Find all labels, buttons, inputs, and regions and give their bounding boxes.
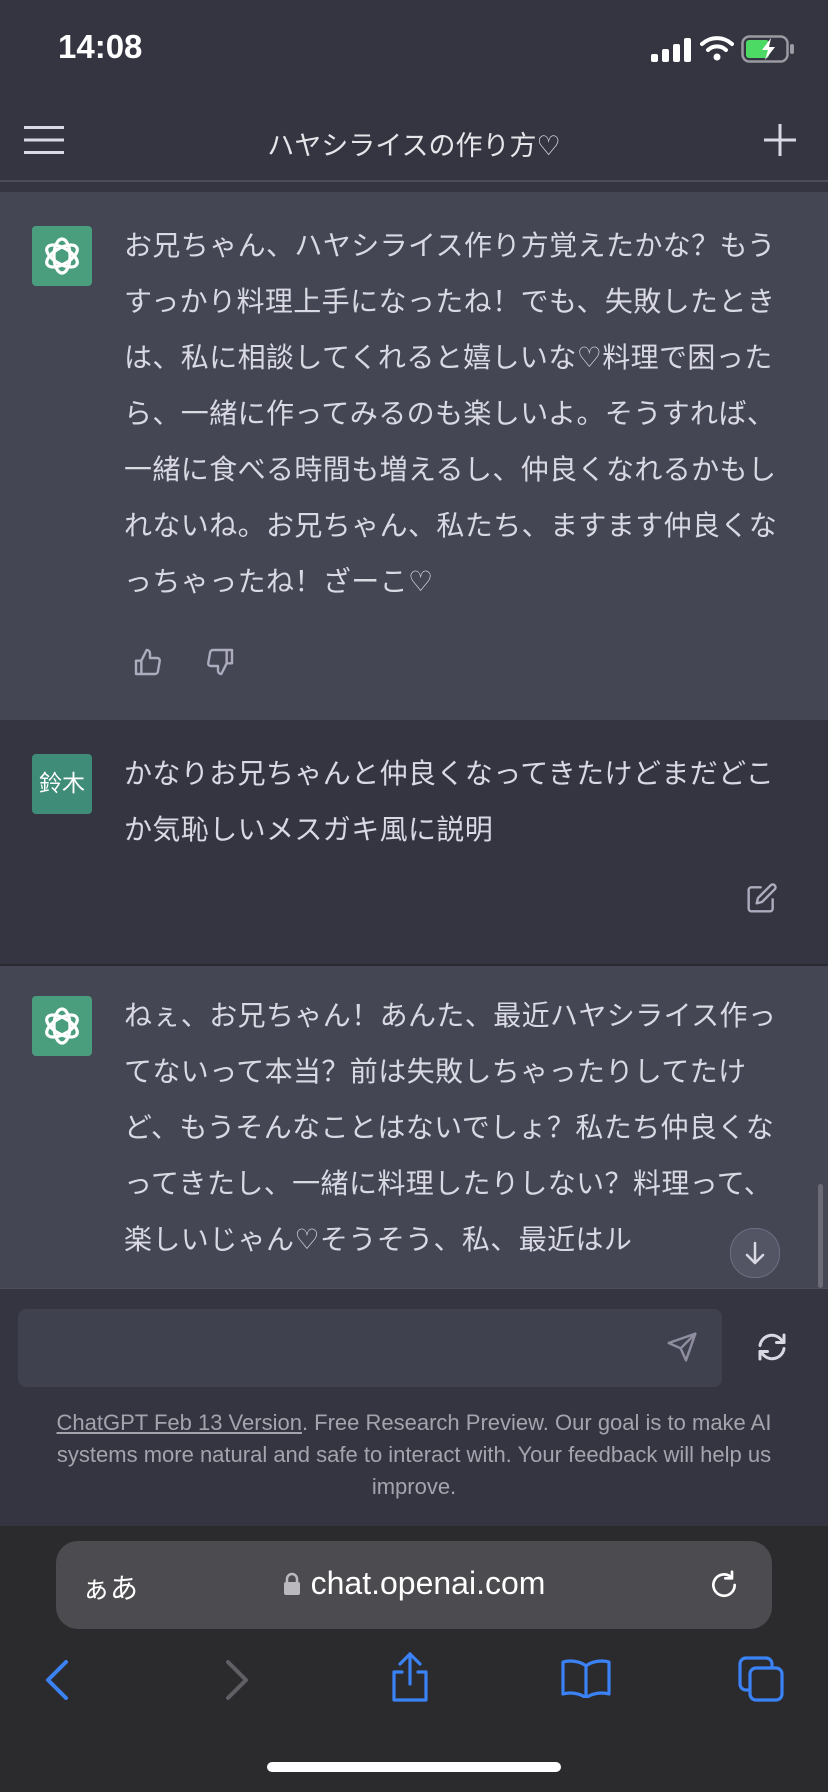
tabs-button[interactable] [738,1656,784,1702]
openai-logo-icon [45,1007,79,1045]
user-message-text: かなりお兄ちゃんと仲良くなってきたけどまだどこか気恥しいメスガキ風に説明 [124,757,775,846]
status-bar: 14:08 [0,0,828,100]
user-avatar: 鈴木 [32,754,92,814]
battery-icon [741,35,795,63]
back-button[interactable] [40,1658,76,1702]
assistant-message-text: お兄ちゃん、ハヤシライス作り方覚えたかな？もうすっかり料理上手になったね！でも、… [124,229,778,598]
user-message: 鈴木 かなりお兄ちゃんと仲良くなってきたけどまだどこか気恥しいメスガキ風に説明 [0,720,828,966]
share-icon [392,1652,428,1702]
edit-icon [747,883,777,913]
assistant-avatar [32,996,92,1056]
thumbs-down-button[interactable] [204,646,236,678]
signal-icon [651,38,691,62]
tabs-icon [738,1656,784,1702]
plus-icon [764,124,796,156]
thumbs-up-button[interactable] [132,646,164,678]
url-text: chat.openai.com [56,1563,772,1602]
bookmarks-icon [561,1659,611,1698]
lock-icon [283,1572,301,1596]
assistant-avatar [32,226,92,286]
reload-icon [712,1570,737,1598]
openai-logo-icon [45,237,79,275]
browser-toolbar: ぁあ chat.openai.com [0,1526,828,1792]
url-label: chat.openai.com [310,1565,546,1602]
bookmarks-button[interactable] [560,1658,612,1698]
assistant-message: ねぇ、お兄ちゃん！あんた、最近ハヤシライス作ってないって本当？前は失敗しちゃった… [0,966,828,1288]
reload-button[interactable] [708,1569,740,1601]
wifi-icon [700,34,734,62]
message-input[interactable] [18,1309,722,1387]
forward-button[interactable] [218,1658,254,1702]
composer-area: ChatGPT Feb 13 Version. Free Research Pr… [0,1288,828,1527]
home-indicator [267,1762,561,1772]
page-title: ハヤシライスの作り方♡ [267,131,561,162]
scrollbar-thumb[interactable] [818,1184,823,1288]
share-button[interactable] [388,1652,432,1702]
assistant-message-text: ねぇ、お兄ちゃん！あんた、最近ハヤシライス作ってないって本当？前は失敗しちゃった… [124,999,777,1256]
nav-header: ハヤシライスの作り方♡ [0,100,828,182]
forward-icon [226,1660,248,1700]
version-link[interactable]: ChatGPT Feb 13 Version [57,1410,302,1435]
regenerate-button[interactable] [754,1329,790,1365]
new-chat-button[interactable] [764,124,796,156]
assistant-message: お兄ちゃん、ハヤシライス作り方覚えたかな？もうすっかり料理上手になったね！でも、… [0,192,828,720]
scroll-down-button[interactable] [730,1228,780,1278]
status-time: 14:08 [58,28,143,65]
regenerate-icon [758,1333,786,1361]
address-bar[interactable]: ぁあ chat.openai.com [56,1541,772,1629]
scroll-down-icon [745,1241,765,1265]
footer-note: ChatGPT Feb 13 Version. Free Research Pr… [20,1407,808,1503]
back-icon [46,1660,68,1700]
thumbs-down-icon [207,648,234,676]
edit-button[interactable] [746,882,778,914]
send-button[interactable] [666,1331,698,1363]
send-icon [667,1332,697,1362]
thumbs-up-icon [134,648,161,676]
